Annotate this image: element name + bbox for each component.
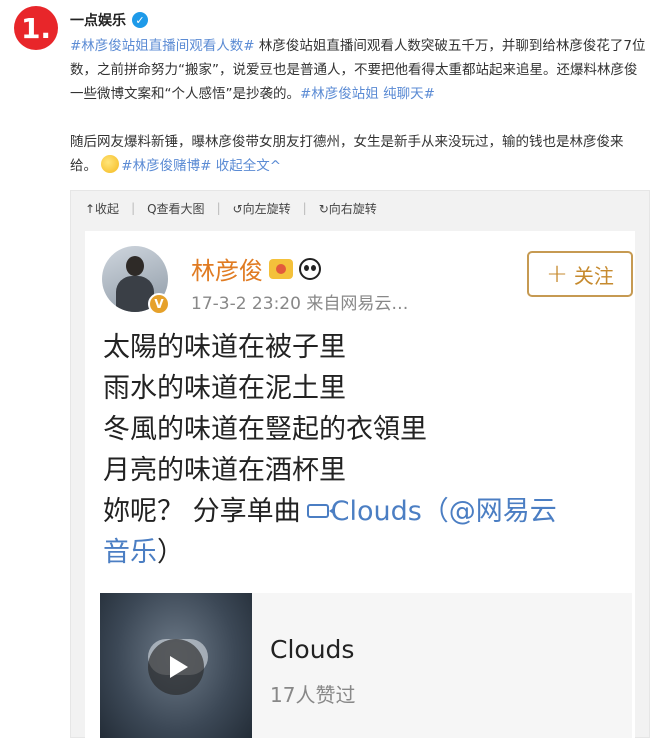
toolbar-divider: | (131, 201, 136, 215)
content-line: 冬風的味道在豎起的衣領里 (103, 414, 427, 445)
album-cover (100, 593, 252, 738)
plus-icon: + (546, 259, 568, 289)
content-line: 太陽的味道在被子里 (103, 332, 346, 363)
rotate-right-button[interactable]: ↻向右旋转 (319, 200, 377, 217)
rotate-left-button[interactable]: ↺向左旋转 (233, 200, 291, 217)
view-large-image-button[interactable]: Q查看大图 (147, 200, 204, 217)
rank-number: 1. (20, 11, 52, 45)
author-name[interactable]: 一点娱乐 (70, 10, 126, 30)
post-content: 太陽的味道在被子里 雨水的味道在泥土里 冬風的味道在豎起的衣領里 月亮的味道在酒… (103, 327, 628, 573)
verified-v-icon: V (148, 293, 170, 315)
collapse-image-button[interactable]: ↑收起 (85, 200, 119, 217)
verified-icon: ✓ (132, 12, 148, 28)
poster-row: 林彦俊 (191, 251, 321, 286)
post-paragraph-2: 随后网友爆料新锤，曝林彦俊带女朋友打德州，女生是新手从来没玩过，输的钱也是林彦俊… (70, 130, 648, 178)
follow-label: 关注 (573, 263, 614, 288)
hashtag-link[interactable]: #林彦俊站姐直播间观看人数# (70, 38, 255, 54)
share-line-continued: 音乐） (103, 532, 628, 573)
post-text: #林彦俊站姐直播间观看人数# 林彦俊站姐直播间观看人数突破五千万，并聊到给林彦俊… (70, 34, 648, 178)
share-close: ） (157, 537, 184, 568)
panda-emoji-icon (299, 257, 321, 280)
image-toolbar: ↑收起 | Q查看大图 | ↺向左旋转 | ↻向右旋转 (71, 191, 649, 225)
crown-emoji-icon (269, 258, 293, 279)
embedded-post-screenshot: V 林彦俊 17-3-2 23:20 来自网易云… + 关注 太陽的味道在被子里… (85, 231, 635, 738)
play-icon (148, 639, 204, 695)
sweat-smile-emoji-icon (101, 155, 120, 173)
post-timestamp: 17-3-2 23:20 来自网易云… (191, 294, 409, 314)
rank-badge: 1. (14, 6, 58, 50)
collapse-full-text-link[interactable]: 收起全文^ (211, 158, 281, 174)
share-song-link: Clouds（@网易云 (330, 496, 557, 527)
song-likes: 17人赞过 (270, 683, 356, 707)
toolbar-divider: | (302, 201, 307, 215)
video-camera-icon (306, 504, 335, 518)
follow-button: + 关注 (527, 251, 633, 297)
poster-name: 林彦俊 (191, 257, 263, 285)
share-prefix: 妳呢？ 分享单曲 (103, 496, 301, 527)
author-row: 一点娱乐 ✓ (70, 10, 148, 30)
content-line: 雨水的味道在泥土里 (103, 373, 346, 404)
music-card: Clouds 17人赞过 (100, 593, 632, 738)
hashtag-link[interactable]: #林彦俊站姐 纯聊天# (300, 86, 435, 102)
song-title: Clouds (270, 635, 355, 664)
toolbar-divider: | (216, 201, 221, 215)
image-viewer: ↑收起 | Q查看大图 | ↺向左旋转 | ↻向右旋转 V 林彦俊 17-3-2… (70, 190, 650, 738)
content-line: 月亮的味道在酒杯里 (103, 455, 346, 486)
share-source-link: 音乐 (103, 537, 157, 568)
post-paragraph-1: #林彦俊站姐直播间观看人数# 林彦俊站姐直播间观看人数突破五千万，并聊到给林彦俊… (70, 34, 648, 106)
hashtag-link[interactable]: #林彦俊赌博# (121, 158, 211, 174)
share-line: 妳呢？ 分享单曲 Clouds（@网易云 (103, 491, 628, 532)
